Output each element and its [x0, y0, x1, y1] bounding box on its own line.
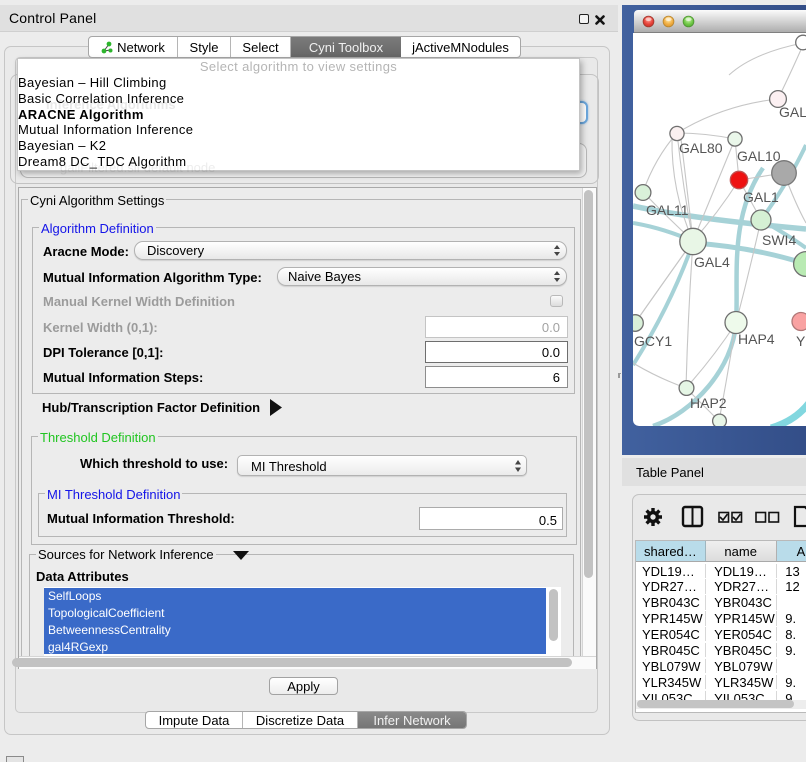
svg-text:GAL4: GAL4 — [694, 254, 730, 270]
svg-text:HAP4: HAP4 — [738, 331, 775, 347]
svg-text:GAL80: GAL80 — [679, 140, 723, 156]
svg-text:GAL10: GAL10 — [737, 148, 781, 164]
svg-text:SWI4: SWI4 — [762, 232, 796, 248]
svg-text:HAP2: HAP2 — [690, 395, 727, 411]
svg-text:GCY1: GCY1 — [634, 333, 672, 349]
svg-text:GAL1: GAL1 — [743, 189, 779, 205]
svg-text:GAL7: GAL7 — [779, 104, 806, 120]
svg-text:GAL11: GAL11 — [646, 202, 689, 218]
svg-text:Y: Y — [796, 333, 806, 349]
